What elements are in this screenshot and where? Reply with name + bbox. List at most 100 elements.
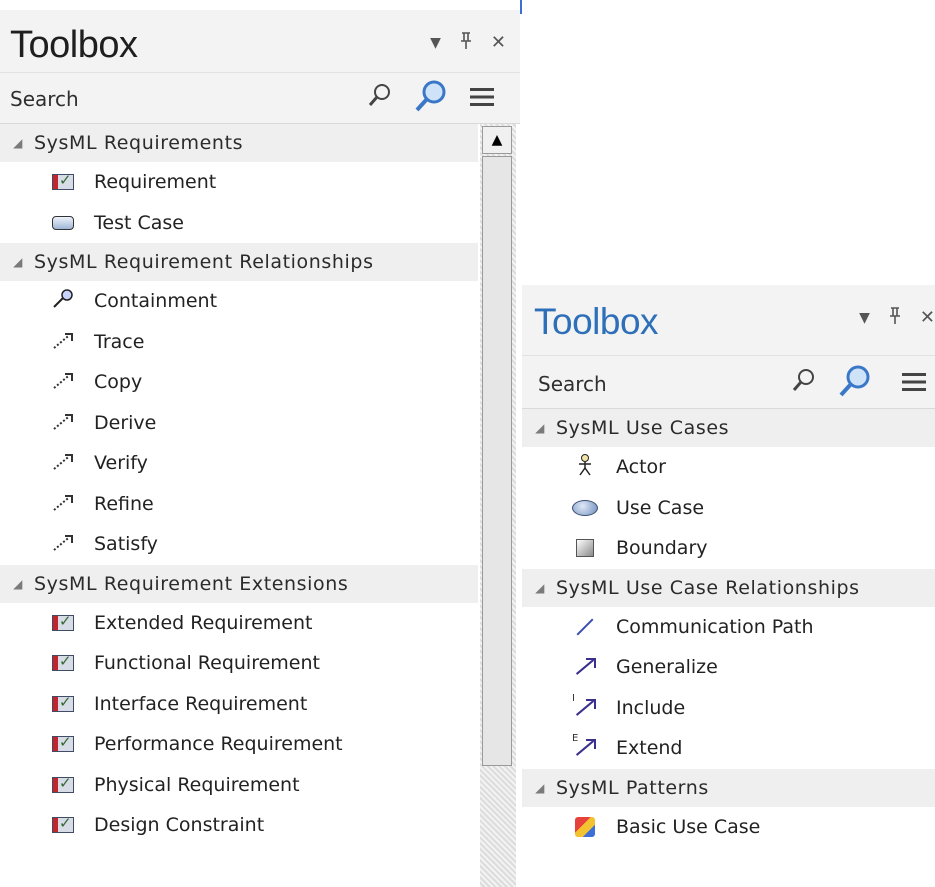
expand-triangle-icon[interactable]: ◢ xyxy=(2,136,34,150)
dependency-arrow-icon xyxy=(50,453,76,473)
toolbox-item[interactable]: Verify xyxy=(0,443,478,484)
toolbox-item[interactable]: Performance Requirement xyxy=(0,724,478,765)
search-icon[interactable] xyxy=(792,368,816,398)
toolbox-item-label: Extended Requirement xyxy=(94,611,313,634)
expand-triangle-icon[interactable]: ◢ xyxy=(524,581,556,595)
toolbox-item-label: Use Case xyxy=(616,496,705,519)
toolbox-title: Toolbox xyxy=(10,24,138,66)
stereotype-tag: I xyxy=(572,692,575,704)
toolbox-item-label: Test Case xyxy=(94,211,184,234)
dependency-arrow-icon xyxy=(50,494,76,514)
toolbox-item[interactable]: Trace xyxy=(0,322,478,363)
pin-icon[interactable] xyxy=(459,32,473,54)
dependency-arrow-icon xyxy=(50,534,76,554)
toolbox-item-label: Boundary xyxy=(616,537,708,560)
toolbox-item[interactable]: Boundary xyxy=(522,528,935,569)
toolbox-item[interactable]: Basic Use Case xyxy=(522,807,935,848)
toolbox-titlebar: Toolbox ▼ ✕ xyxy=(0,10,520,72)
search-input[interactable] xyxy=(8,83,372,115)
toolbox-item[interactable]: Functional Requirement xyxy=(0,643,478,684)
stereotype-tag: E xyxy=(572,733,579,745)
toolbox-item[interactable]: Derive xyxy=(0,403,478,444)
expand-triangle-icon[interactable]: ◢ xyxy=(524,421,556,435)
section-header[interactable]: ◢ SysML Requirement Extensions xyxy=(0,564,478,603)
toolbox-panel-left: Toolbox ▼ ✕ ◢SysML Requirements Requireme… xyxy=(0,0,520,887)
search-bar xyxy=(0,72,520,124)
toolbox-list: ◢SysML Requirements Requirement Test Case ◢… xyxy=(0,124,478,887)
toolbox-list: ◢ SysML Use Cases Actor Use Case Boundary ◢ Sy… xyxy=(522,409,935,887)
section-label: SysML Requirement Extensions xyxy=(34,572,349,595)
expand-triangle-icon[interactable]: ◢ xyxy=(2,255,34,269)
toolbox-item[interactable]: Requirement xyxy=(0,162,478,203)
boundary-icon xyxy=(572,538,598,558)
section-header[interactable]: ◢ SysML Requirement Relationships xyxy=(0,243,478,281)
toolbox-item-label: Performance Requirement xyxy=(94,733,343,756)
toolbox-item[interactable]: Containment xyxy=(0,281,478,322)
search-bar xyxy=(522,355,935,409)
menu-icon[interactable] xyxy=(902,372,926,396)
expand-triangle-icon[interactable]: ◢ xyxy=(524,781,556,795)
close-icon[interactable]: ✕ xyxy=(491,34,506,52)
toolbox-item-label: Verify xyxy=(94,452,148,475)
toolbox-item[interactable]: Interface Requirement xyxy=(0,684,478,725)
close-icon[interactable]: ✕ xyxy=(920,308,935,327)
find-in-project-icon[interactable] xyxy=(414,79,448,117)
dropdown-arrow-icon[interactable]: ▼ xyxy=(859,311,870,325)
section-header[interactable]: ◢ SysML Use Case Relationships xyxy=(522,568,935,607)
containment-icon xyxy=(50,289,76,311)
toolbox-item-label: Extend xyxy=(616,737,683,760)
toolbox-item-label: Copy xyxy=(94,371,143,394)
requirement-icon xyxy=(50,733,76,754)
toolbox-item-label: Satisfy xyxy=(94,533,158,556)
toolbox-item[interactable]: Test Case xyxy=(0,203,478,244)
toolbox-item[interactable]: Satisfy xyxy=(0,524,478,565)
toolbox-item-label: Include xyxy=(616,696,686,719)
menu-icon[interactable] xyxy=(470,87,494,111)
section-header[interactable]: ◢ SysML Requirements xyxy=(0,124,478,162)
section-header[interactable]: ◢ SysML Patterns xyxy=(522,768,935,807)
requirement-icon xyxy=(50,612,76,633)
toolbox-item[interactable]: Actor xyxy=(522,447,935,488)
toolbox-item[interactable]: E Extend xyxy=(522,728,935,769)
search-input[interactable] xyxy=(536,368,790,400)
toolbox-item-label: Communication Path xyxy=(616,615,814,638)
toolbox-item[interactable]: Generalize xyxy=(522,647,935,688)
vertical-scrollbar[interactable]: ▲ xyxy=(480,124,516,887)
pattern-icon xyxy=(572,816,598,837)
toolbox-item[interactable]: Use Case xyxy=(522,488,935,529)
expand-triangle-icon[interactable]: ◢ xyxy=(2,577,34,591)
toolbox-titlebar: Toolbox ▼ ✕ xyxy=(522,285,935,355)
toolbox-item[interactable]: I Include xyxy=(522,688,935,729)
pin-icon[interactable] xyxy=(888,307,902,328)
requirement-icon xyxy=(50,652,76,673)
find-in-project-icon[interactable] xyxy=(838,364,872,402)
dependency-arrow-icon xyxy=(50,372,76,392)
toolbox-item[interactable]: Physical Requirement xyxy=(0,765,478,806)
search-icon[interactable] xyxy=(368,83,392,113)
dependency-arrow-icon xyxy=(50,332,76,352)
toolbox-item[interactable]: Design Constraint xyxy=(0,805,478,846)
toolbox-item-label: Generalize xyxy=(616,656,718,679)
dropdown-arrow-icon[interactable]: ▼ xyxy=(430,36,441,50)
section-header[interactable]: ◢ SysML Use Cases xyxy=(522,409,935,447)
toolbox-item[interactable]: Refine xyxy=(0,484,478,525)
toolbox-item[interactable]: Extended Requirement xyxy=(0,603,478,644)
toolbox-item-label: Refine xyxy=(94,492,154,515)
toolbox-item[interactable]: Communication Path xyxy=(522,607,935,648)
scroll-up-button[interactable]: ▲ xyxy=(482,126,512,154)
dependency-arrow-icon xyxy=(50,413,76,433)
test-case-icon xyxy=(50,213,76,233)
section-label: SysML Requirement Relationships xyxy=(34,251,374,273)
toolbox-title: Toolbox xyxy=(534,301,659,342)
window-edge-marker xyxy=(520,0,522,14)
toolbox-item[interactable]: Copy xyxy=(0,362,478,403)
requirement-icon xyxy=(50,774,76,795)
use-case-icon xyxy=(572,498,598,518)
requirement-icon xyxy=(50,171,76,192)
toolbox-item-label: Physical Requirement xyxy=(94,773,300,796)
actor-icon xyxy=(572,453,598,477)
toolbox-item-label: Derive xyxy=(94,411,157,434)
scroll-thumb[interactable] xyxy=(482,156,512,766)
toolbox-item-label: Requirement xyxy=(94,171,217,194)
toolbox-item-label: Basic Use Case xyxy=(616,815,761,838)
